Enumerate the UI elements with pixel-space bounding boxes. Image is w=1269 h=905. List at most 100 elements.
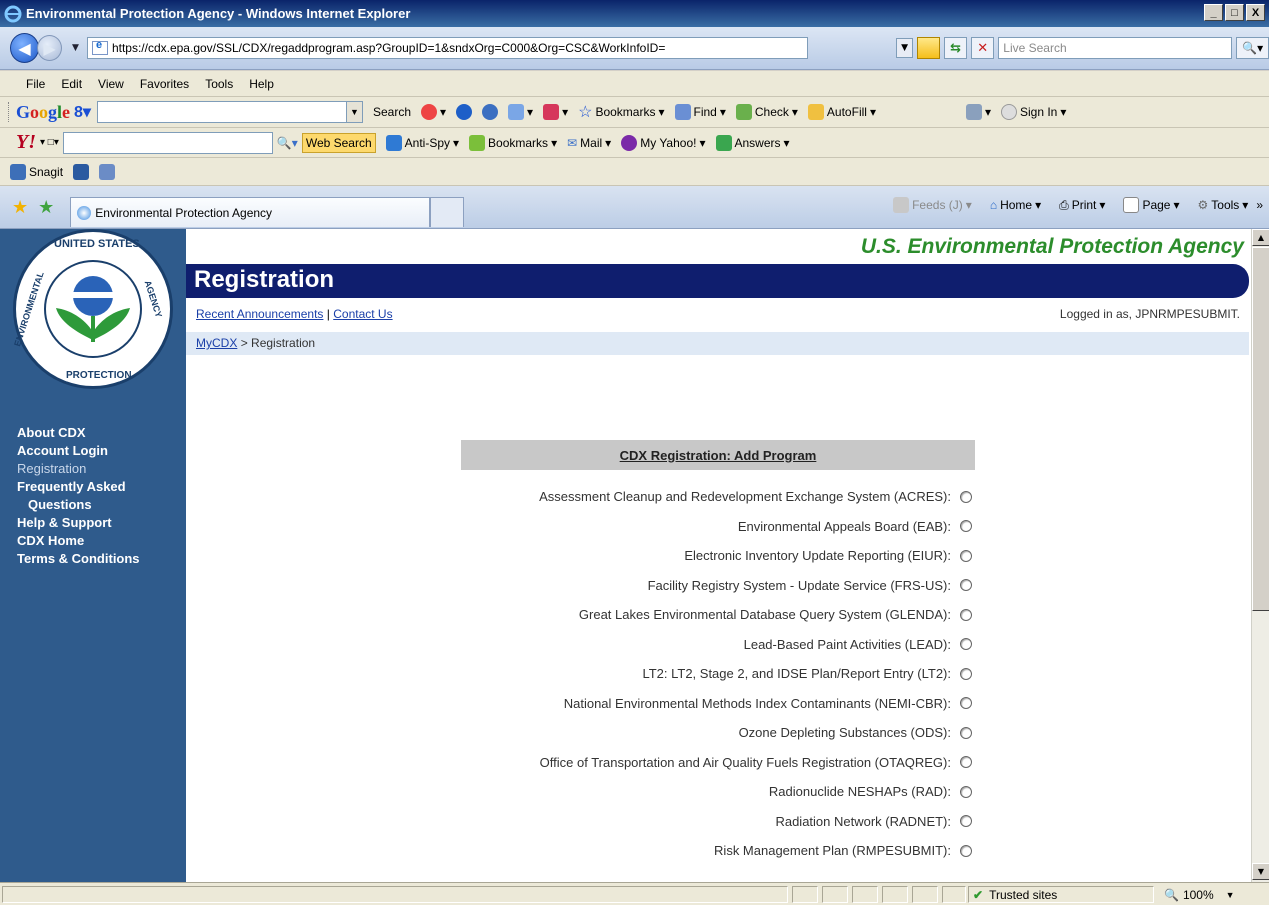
- nav-about-cdx[interactable]: About CDX: [17, 424, 182, 442]
- antispy-button[interactable]: Anti-Spy ▾: [385, 134, 459, 151]
- popup-blocker-icon[interactable]: ▾: [421, 104, 446, 120]
- nav-account-login[interactable]: Account Login: [17, 442, 182, 460]
- toolbar-overflow-icon[interactable]: »: [1256, 198, 1263, 212]
- recent-announcements-link[interactable]: Recent Announcements: [196, 307, 323, 321]
- web-search-button[interactable]: Web Search: [301, 132, 376, 153]
- lock-icon[interactable]: [916, 37, 940, 59]
- forward-button[interactable]: ▶: [36, 35, 63, 61]
- program-radio-rmpesubmit[interactable]: [960, 844, 972, 857]
- live-search-input[interactable]: Live Search: [998, 37, 1233, 59]
- mail-button[interactable]: ✉ Mail ▾: [567, 136, 611, 150]
- page-button[interactable]: Page ▾: [1123, 197, 1180, 213]
- zoom-control[interactable]: 🔍 100% ▼: [1164, 888, 1235, 902]
- snagit-capture-icon[interactable]: [73, 163, 90, 180]
- google-logo[interactable]: Google: [16, 102, 70, 123]
- nav-cdx-home[interactable]: CDX Home: [17, 532, 182, 550]
- vertical-scrollbar[interactable]: ▲ ▼: [1251, 229, 1269, 882]
- contact-us-link[interactable]: Contact Us: [333, 307, 392, 321]
- menu-help[interactable]: Help: [249, 77, 274, 91]
- program-radio-frs-us[interactable]: [960, 579, 972, 592]
- nav-terms-conditions[interactable]: Terms & Conditions: [17, 550, 182, 568]
- refresh-button[interactable]: ⇆: [943, 37, 968, 59]
- scroll-up-button[interactable]: ▲: [1252, 229, 1269, 246]
- blocked-icon[interactable]: ▾: [543, 104, 568, 120]
- address-dropdown-icon[interactable]: ▼: [896, 38, 913, 58]
- yahoo-menu-icon[interactable]: ▾ □▾: [40, 137, 59, 148]
- program-radio-acres[interactable]: [960, 490, 972, 503]
- google-dropdown-icon[interactable]: ▼: [346, 101, 363, 123]
- answers-button[interactable]: Answers ▾: [715, 134, 790, 151]
- menu-view[interactable]: View: [98, 77, 124, 91]
- yahoo-logo[interactable]: Y!: [16, 131, 36, 154]
- program-row-eab: Environmental Appeals Board (EAB):: [400, 512, 975, 542]
- nav-faq[interactable]: Frequently Asked: [17, 478, 182, 496]
- google-search-button[interactable]: Search: [373, 105, 411, 119]
- program-row-otaqreg: Office of Transportation and Air Quality…: [400, 748, 975, 778]
- zone-label: Trusted sites: [989, 888, 1058, 902]
- snagit-button[interactable]: Snagit: [10, 163, 63, 180]
- new-tab-button[interactable]: [430, 197, 465, 227]
- snagit-editor-icon[interactable]: [99, 163, 116, 180]
- plus-icon[interactable]: ▾: [508, 104, 533, 120]
- left-sidebar: UNITED STATES ENVIRONMENTAL AGENCY PROTE…: [0, 229, 186, 882]
- program-radio-nemi-cbr[interactable]: [960, 697, 972, 710]
- breadcrumb: MyCDX > Registration: [186, 332, 1249, 355]
- program-radio-eiur[interactable]: [960, 549, 972, 562]
- program-radio-eab[interactable]: [960, 520, 972, 533]
- nav-registration[interactable]: Registration: [17, 460, 182, 478]
- nav-help-support[interactable]: Help & Support: [17, 514, 182, 532]
- address-input[interactable]: https://cdx.epa.gov/SSL/CDX/regaddprogra…: [86, 37, 809, 59]
- program-radio-lt2[interactable]: [960, 667, 972, 680]
- menu-favorites[interactable]: Favorites: [140, 77, 189, 91]
- security-zone[interactable]: ✔ Trusted sites: [973, 888, 1057, 902]
- program-label: Electronic Inventory Update Reporting (E…: [684, 548, 951, 564]
- menu-file[interactable]: File: [26, 77, 45, 91]
- yahoo-search-input[interactable]: [62, 131, 273, 154]
- history-dropdown-icon[interactable]: ▼: [72, 43, 79, 53]
- print-button[interactable]: ⎙ Print ▾: [1059, 198, 1105, 213]
- program-label: Lead-Based Paint Activities (LEAD):: [743, 636, 951, 652]
- program-radio-radnet[interactable]: [960, 815, 972, 828]
- check-button[interactable]: Check ▾: [735, 104, 798, 120]
- wrench-icon[interactable]: ▾: [965, 104, 991, 120]
- nav-faq-questions[interactable]: Questions: [17, 496, 182, 514]
- scroll-down-button[interactable]: ▼: [1252, 863, 1269, 880]
- gear-icon: ⚙: [1197, 198, 1209, 212]
- sign-in-button[interactable]: Sign In ▾: [1001, 104, 1066, 120]
- back-button[interactable]: ◀: [10, 33, 39, 63]
- tab-epa[interactable]: Environmental Protection Agency: [70, 197, 431, 227]
- search-icon[interactable]: 🔍▾: [1236, 37, 1269, 59]
- program-radio-otaqreg[interactable]: [960, 756, 972, 769]
- google-g-icon[interactable]: 8▾: [74, 102, 91, 122]
- program-list-heading: CDX Registration: Add Program: [461, 440, 975, 470]
- breadcrumb-mycdx-link[interactable]: MyCDX: [196, 336, 237, 350]
- program-radio-ods[interactable]: [960, 726, 972, 739]
- google-bookmarks-button[interactable]: ☆ Bookmarks ▾: [578, 102, 664, 122]
- favorites-star-icon[interactable]: ★: [12, 197, 28, 218]
- program-radio-rad[interactable]: [960, 785, 972, 798]
- maximize-button[interactable]: □: [1225, 4, 1244, 21]
- find-button[interactable]: Find ▾: [674, 104, 726, 120]
- add-favorites-icon[interactable]: ★: [38, 197, 54, 218]
- toolbar-grip[interactable]: [8, 102, 12, 122]
- yahoo-search-icon[interactable]: 🔍▾: [277, 136, 298, 150]
- program-radio-glenda[interactable]: [960, 608, 972, 621]
- program-radio-lead[interactable]: [960, 638, 972, 651]
- menu-edit[interactable]: Edit: [61, 77, 82, 91]
- home-button[interactable]: ⌂ Home ▾: [990, 198, 1041, 212]
- stop-button[interactable]: ✕: [971, 37, 995, 59]
- yahoo-bookmarks-button[interactable]: Bookmarks ▾: [469, 134, 557, 151]
- spell-icon[interactable]: [482, 104, 499, 120]
- google-search-input[interactable]: [96, 101, 347, 123]
- epa-seal-logo[interactable]: UNITED STATES ENVIRONMENTAL AGENCY PROTE…: [12, 229, 173, 389]
- close-button[interactable]: X: [1246, 4, 1265, 21]
- pagerank-icon[interactable]: [456, 104, 473, 120]
- tools-button[interactable]: ⚙ Tools ▾: [1198, 198, 1249, 212]
- autofill-button[interactable]: AutoFill ▾: [807, 104, 876, 120]
- my-yahoo-button[interactable]: My Yahoo! ▾: [621, 134, 706, 151]
- feeds-button[interactable]: Feeds (J) ▾: [893, 197, 972, 213]
- minimize-button[interactable]: _: [1204, 4, 1223, 21]
- menu-tools[interactable]: Tools: [205, 77, 233, 91]
- scroll-thumb[interactable]: [1252, 247, 1269, 611]
- program-label: Facility Registry System - Update Servic…: [647, 577, 951, 593]
